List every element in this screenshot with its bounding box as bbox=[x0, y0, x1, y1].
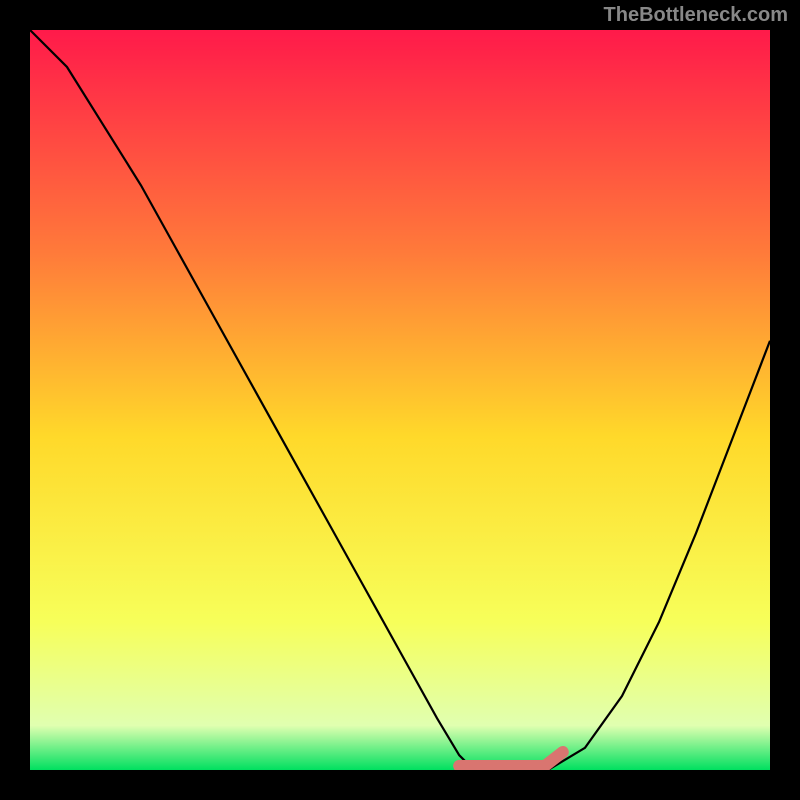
plot-area bbox=[30, 30, 770, 770]
chart-container: TheBottleneck.com bbox=[0, 0, 800, 800]
watermark-text: TheBottleneck.com bbox=[604, 4, 788, 27]
gradient-background bbox=[30, 30, 770, 770]
